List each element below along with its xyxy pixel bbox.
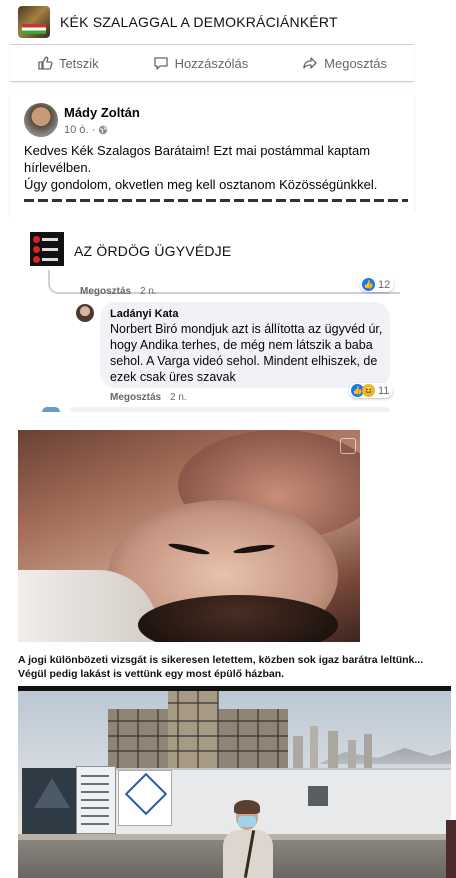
reaction-number: 11 — [378, 384, 390, 397]
comment-icon — [153, 57, 168, 70]
comment-button[interactable]: Hozzászólás — [153, 55, 249, 71]
share-button[interactable]: Megosztás — [302, 55, 387, 71]
reaction-count[interactable]: 👍 12 — [360, 277, 395, 292]
info-board — [76, 766, 116, 834]
caption-line: A jogi különbözeti vizsgát is sikeresen … — [18, 654, 424, 666]
separator-dot: · — [91, 124, 96, 136]
camera-icon — [340, 438, 356, 454]
share-arrow-icon — [303, 57, 317, 69]
photo-close-up — [18, 430, 360, 642]
share-link[interactable]: Megosztás — [110, 392, 161, 403]
building-scaffold — [108, 691, 288, 771]
sign-panel — [118, 770, 172, 826]
photo-top-border — [18, 686, 451, 691]
post-line: Úgy gondolom, okvetlen meg kell osztanom… — [24, 177, 378, 192]
group-logo-2[interactable] — [30, 232, 64, 266]
commenter-name[interactable]: Ladányi Kata — [110, 308, 178, 320]
warning-triangle — [34, 778, 70, 808]
cut-off-text-line — [24, 199, 408, 202]
comment-line: ezek csak üres szavak — [110, 370, 236, 384]
next-bubble-partial — [70, 407, 390, 412]
comment-line: Norbert Biró mondjuk azt is állította az… — [110, 322, 383, 336]
meme-caption: A jogi különbözeti vizsgát is sikeresen … — [18, 653, 454, 681]
edge-object — [446, 820, 456, 878]
haha-reaction-icon: 😆 — [362, 384, 375, 397]
reaction-number: 12 — [378, 278, 391, 291]
face-mask — [238, 816, 256, 827]
post-meta: 10 ó. · — [64, 124, 108, 136]
like-label: Tetszik — [58, 55, 99, 71]
post-time[interactable]: 10 ó. — [64, 124, 88, 136]
person-hair — [234, 800, 260, 814]
share-link[interactable]: Megosztás — [80, 286, 131, 297]
post-text: Kedves Kék Szalagos Barátaim! Ezt mai po… — [24, 142, 408, 193]
comment-time[interactable]: 2 n. — [170, 392, 187, 403]
group-title[interactable]: KÉK SZALAGGAL A DEMOKRÁCIÁNKÉRT — [60, 14, 338, 30]
comment-text: Norbert Biró mondjuk azt is állította az… — [110, 321, 392, 385]
comment-line: sehol. A Varga videó sehol. Mindent elhi… — [110, 354, 378, 368]
post-action-bar: Tetszik Hozzászólás Megosztás — [10, 44, 414, 82]
post-line: hírlevélben. — [24, 160, 92, 175]
post-card: Mády Zoltán 10 ó. · Kedves Kék Szalagos … — [10, 95, 414, 215]
group-logo[interactable] — [18, 6, 50, 38]
share-label: Megosztás — [324, 55, 388, 71]
caption-line: Végül pedig lakást is vettünk egy most é… — [18, 668, 285, 680]
post-line: Kedves Kék Szalagos Barátaim! Ezt mai po… — [24, 143, 371, 158]
like-reaction-icon: 👍 — [362, 278, 375, 291]
thumbs-up-icon — [38, 56, 53, 70]
comment-label: Hozzászólás — [174, 55, 249, 71]
next-avatar-partial — [42, 407, 60, 412]
like-button[interactable]: Tetszik — [37, 55, 99, 71]
construction-photo — [18, 686, 451, 878]
post-author[interactable]: Mády Zoltán — [64, 105, 140, 120]
comment-line: hogy Andika terhes, de még nem látszik a… — [110, 338, 373, 352]
commenter-avatar[interactable] — [76, 304, 94, 322]
fence-sign-small — [308, 786, 328, 806]
reaction-count-2[interactable]: 👍 😆 11 — [349, 383, 394, 398]
author-avatar[interactable] — [24, 103, 58, 137]
comment-time[interactable]: 2 n. — [140, 286, 157, 297]
globe-icon — [98, 125, 108, 135]
group-title-2[interactable]: AZ ÖRDÖG ÜGYVÉDJE — [74, 243, 231, 259]
